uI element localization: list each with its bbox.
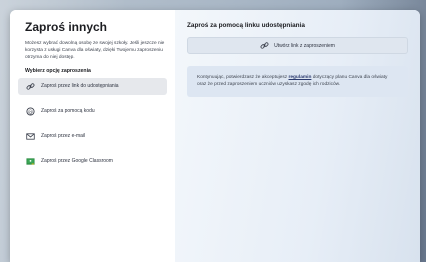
option-code[interactable]: @ Zaproś za pomocą kodu [18,103,167,120]
svg-text:@: @ [28,109,33,115]
google-classroom-icon [25,156,35,166]
options-section-title: Wybierz opcję zaproszenia [25,67,91,74]
option-label: Zaproś przez Google Classroom [41,158,113,165]
dialog-description: Możesz wybrać dowolną osobę ze swojej sz… [25,41,165,61]
option-google-classroom[interactable]: Zaproś przez Google Classroom [18,153,167,170]
share-link-panel: Zaproś za pomocą linku udostępniania Utw… [175,10,420,262]
option-label: Zaproś za pomocą kodu [41,108,95,115]
dialog-title: Zaproś innych [25,20,108,34]
create-invite-link-button[interactable]: Utwórz link z zaproszeniem [187,37,408,54]
panel-title: Zaproś za pomocą linku udostępniania [187,22,305,29]
terms-notice: Kontynuując, potwierdzasz że akceptujesz… [187,66,408,97]
notice-text-before: Kontynuując, potwierdzasz że akceptujesz [197,75,289,80]
invite-dialog: Zaproś innych Możesz wybrać dowolną osob… [10,10,420,262]
link-icon [25,81,35,91]
option-label: Zaproś przez link do udostępniania [41,83,119,90]
option-email[interactable]: Zaproś przez e-mail [18,128,167,145]
email-icon [25,131,35,141]
invite-options-panel: Zaproś innych Możesz wybrać dowolną osob… [10,10,175,262]
terms-link[interactable]: regulamin [288,75,311,80]
link-icon [260,41,269,50]
create-invite-link-label: Utwórz link z zaproszeniem [274,42,335,49]
code-icon: @ [25,106,35,116]
option-label: Zaproś przez e-mail [41,133,86,140]
option-share-link[interactable]: Zaproś przez link do udostępniania [18,77,167,95]
